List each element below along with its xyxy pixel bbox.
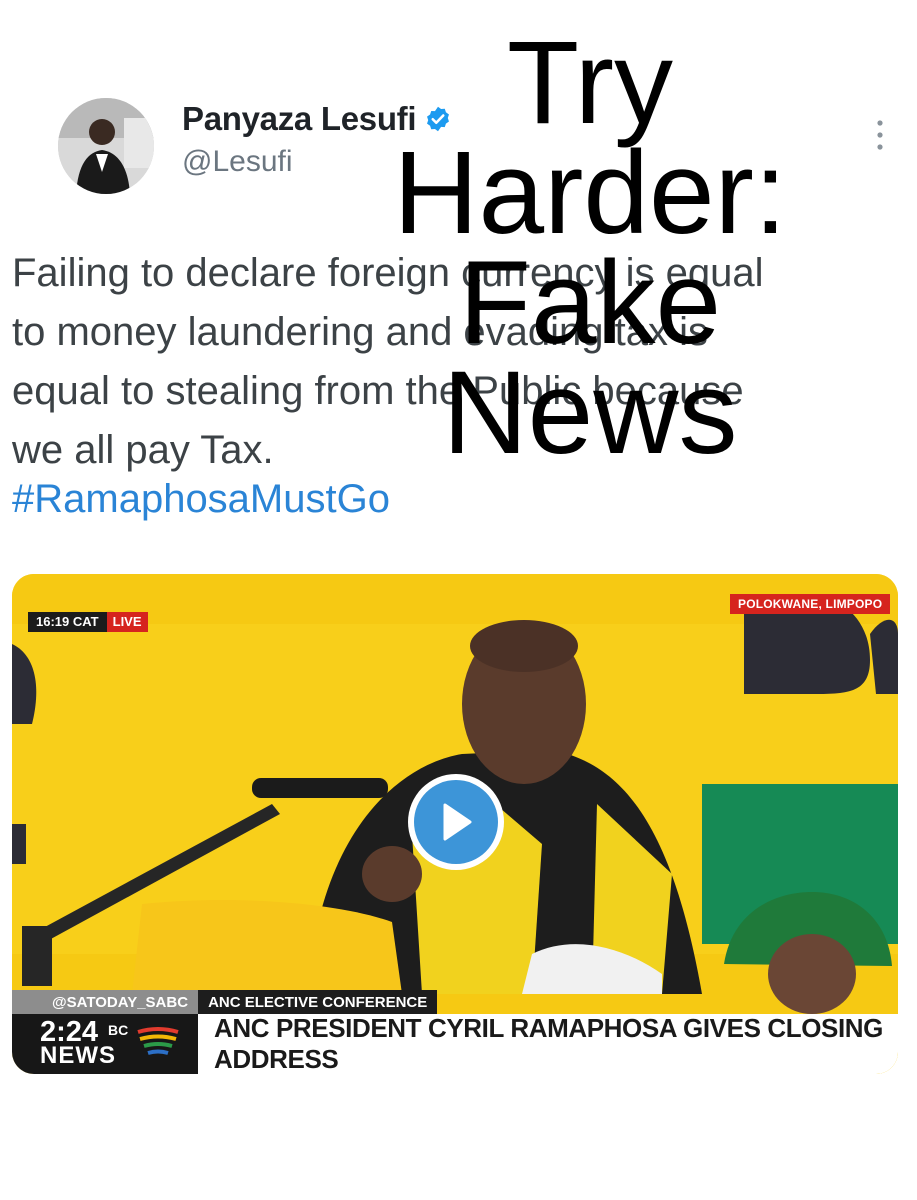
- channel-stripes-icon: [137, 1027, 179, 1055]
- channel-news-text: NEWS: [40, 1042, 116, 1069]
- live-badge: 16:19 CAT LIVE: [28, 612, 148, 632]
- account-handle[interactable]: @Lesufi: [182, 145, 293, 179]
- broadcast-time: 16:19 CAT: [28, 612, 107, 632]
- video-player[interactable]: 16:19 CAT LIVE POLOKWANE, LIMPOPO @SATOD…: [12, 574, 898, 1074]
- play-button[interactable]: [408, 774, 504, 870]
- section-tag: ANC ELECTIVE CONFERENCE: [198, 990, 438, 1014]
- overlay-line: Try: [507, 17, 673, 149]
- lower-third-tags: @SATODAY_SABC ANC ELECTIVE CONFERENCE: [12, 990, 438, 1014]
- news-headline: ANC PRESIDENT CYRIL RAMAPHOSA GIVES CLOS…: [214, 1013, 883, 1074]
- location-tag: POLOKWANE, LIMPOPO: [730, 594, 891, 614]
- hashtag-link[interactable]: #RamaphosaMustGo: [12, 477, 390, 522]
- overlay-line: News: [442, 347, 738, 479]
- social-handle-tag: @SATODAY_SABC: [12, 990, 199, 1014]
- overlay-line: Harder:: [393, 127, 787, 259]
- channel-logo: 2:24 BC NEWS: [12, 1014, 198, 1074]
- more-options-icon[interactable]: [872, 118, 888, 152]
- overlay-line: Fake: [458, 237, 722, 369]
- lower-third-banner: 2:24 BC NEWS ANC PRESIDENT CYRIL RAMAPHO…: [12, 1013, 898, 1074]
- live-label: LIVE: [106, 612, 148, 632]
- overlay-caption: Try Harder: Fake News: [360, 17, 820, 479]
- play-icon: [443, 803, 472, 841]
- avatar[interactable]: [58, 98, 154, 194]
- play-button-inner[interactable]: [414, 780, 498, 864]
- channel-bc-text: BC: [108, 1022, 129, 1038]
- avatar-photo: [58, 98, 154, 194]
